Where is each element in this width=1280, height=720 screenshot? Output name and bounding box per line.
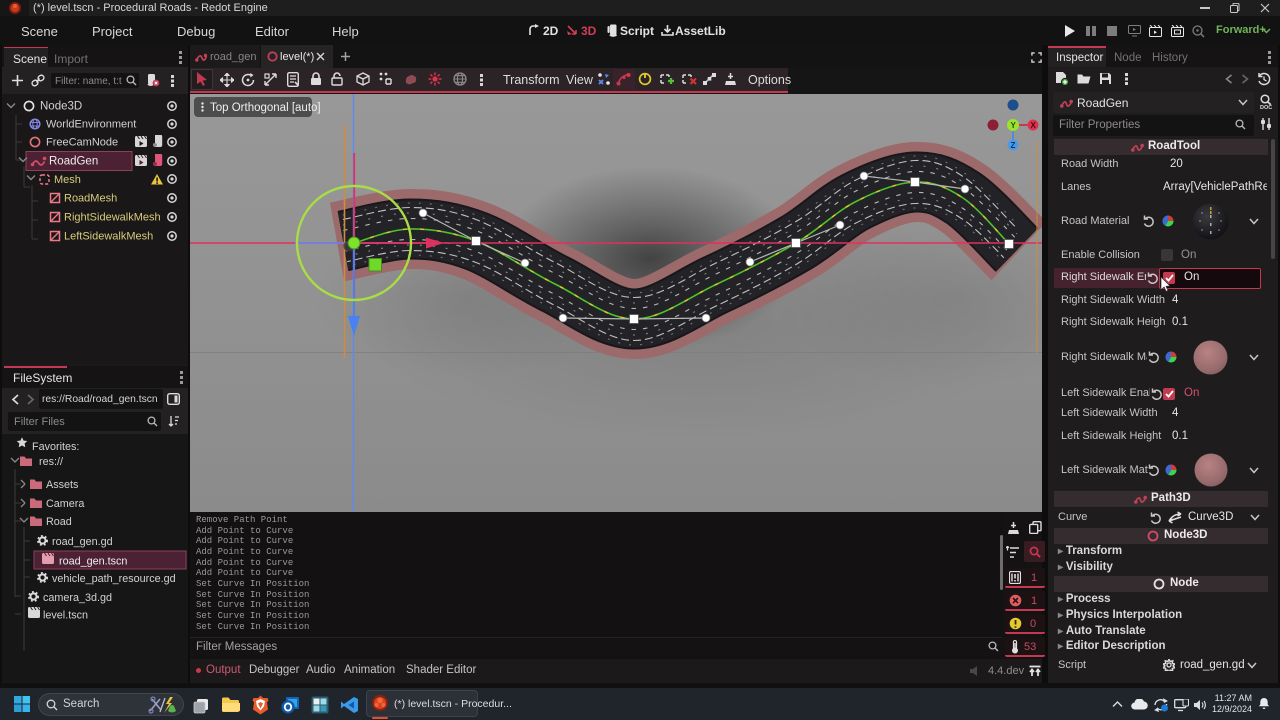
svg-text:RoadMesh: RoadMesh <box>64 193 117 205</box>
svg-text:vehicle_path_resource.gd: vehicle_path_resource.gd <box>52 573 176 585</box>
svg-text:Top Orthogonal [auto]: Top Orthogonal [auto] <box>210 102 321 114</box>
svg-text:camera_3d.gd: camera_3d.gd <box>43 592 112 604</box>
svg-text:WorldEnvironment: WorldEnvironment <box>46 119 136 131</box>
svg-text:DOC: DOC <box>1260 105 1272 110</box>
svg-text:road_gen.tscn: road_gen.tscn <box>59 556 127 568</box>
svg-text:LeftSidewalkMesh: LeftSidewalkMesh <box>64 231 153 243</box>
svg-text:level.tscn: level.tscn <box>43 610 88 622</box>
svg-text:RoadGen: RoadGen <box>49 156 98 168</box>
svg-text:Node3D: Node3D <box>40 101 82 113</box>
svg-text:Road: Road <box>46 516 72 528</box>
svg-text:Mesh: Mesh <box>54 174 81 186</box>
svg-text:Y: Y <box>1011 121 1017 130</box>
svg-text:res://: res:// <box>39 456 63 468</box>
svg-text:X: X <box>1031 121 1037 130</box>
svg-text:RightSidewalkMesh: RightSidewalkMesh <box>64 212 161 224</box>
svg-text:Assets: Assets <box>46 479 79 491</box>
svg-text:Camera: Camera <box>46 498 84 510</box>
svg-text:Favorites:: Favorites: <box>32 441 79 453</box>
svg-text:road_gen.gd: road_gen.gd <box>52 536 113 548</box>
svg-text:Z: Z <box>1011 141 1016 150</box>
svg-text:FreeCamNode: FreeCamNode <box>46 137 118 149</box>
